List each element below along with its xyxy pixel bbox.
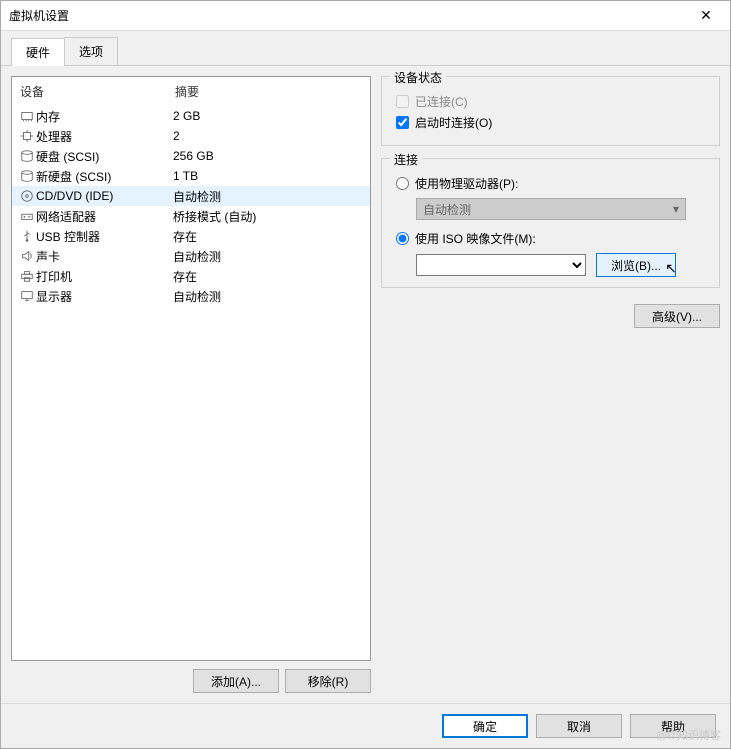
iso-radio-row[interactable]: 使用 ISO 映像文件(M): (396, 230, 709, 247)
remove-button[interactable]: 移除(R) (285, 669, 371, 693)
vm-settings-window: 虚拟机设置 ✕ 硬件 选项 设备 摘要 内存2 GB处理器2硬盘 (SCSI)2… (0, 0, 731, 749)
list-body: 内存2 GB处理器2硬盘 (SCSI)256 GB新硬盘 (SCSI)1 TBC… (12, 106, 370, 660)
close-icon[interactable]: ✕ (690, 7, 722, 24)
device-name: 处理器 (36, 128, 173, 145)
device-status-title: 设备状态 (390, 69, 446, 86)
list-header: 设备 摘要 (12, 77, 370, 106)
cursor-icon: ↖ (665, 260, 677, 277)
connected-label: 已连接(C) (415, 93, 468, 110)
iso-radio[interactable] (396, 232, 409, 245)
connected-checkbox-row: 已连接(C) (396, 93, 709, 110)
left-buttons: 添加(A)... 移除(R) (11, 669, 371, 693)
cpu-icon (18, 129, 36, 143)
usb-icon (18, 229, 36, 243)
header-summary: 摘要 (175, 83, 362, 100)
physical-radio-row[interactable]: 使用物理驱动器(P): (396, 175, 709, 192)
physical-radio[interactable] (396, 177, 409, 190)
physical-dropdown-wrap: 自动检测 ▾ (416, 198, 709, 220)
list-item[interactable]: USB 控制器存在 (12, 226, 370, 246)
iso-label: 使用 ISO 映像文件(M): (415, 230, 536, 247)
add-button[interactable]: 添加(A)... (193, 669, 279, 693)
device-name: 新硬盘 (SCSI) (36, 168, 173, 185)
device-summary: 自动检测 (173, 248, 364, 265)
list-item[interactable]: 硬盘 (SCSI)256 GB (12, 146, 370, 166)
physical-label: 使用物理驱动器(P): (415, 175, 518, 192)
iso-row: 浏览(B)... ↖ (416, 253, 709, 277)
left-panel: 设备 摘要 内存2 GB处理器2硬盘 (SCSI)256 GB新硬盘 (SCSI… (11, 76, 371, 693)
device-summary: 桥接模式 (自动) (173, 208, 364, 225)
list-item[interactable]: 内存2 GB (12, 106, 370, 126)
device-name: 网络适配器 (36, 208, 173, 225)
cancel-button[interactable]: 取消 (536, 714, 622, 738)
device-list: 设备 摘要 内存2 GB处理器2硬盘 (SCSI)256 GB新硬盘 (SCSI… (11, 76, 371, 661)
device-name: 声卡 (36, 248, 173, 265)
device-summary: 1 TB (173, 169, 364, 183)
device-summary: 自动检测 (173, 188, 364, 205)
watermark: @IT知识博客 (656, 727, 721, 743)
cd-icon (18, 189, 36, 203)
tab-strip: 硬件 选项 (1, 31, 730, 66)
device-name: 硬盘 (SCSI) (36, 148, 173, 165)
poweron-checkbox[interactable] (396, 116, 409, 129)
connection-title: 连接 (390, 151, 422, 168)
device-name: 打印机 (36, 268, 173, 285)
advanced-button[interactable]: 高级(V)... (634, 304, 720, 328)
ok-button[interactable]: 确定 (442, 714, 528, 738)
list-item[interactable]: 网络适配器桥接模式 (自动) (12, 206, 370, 226)
poweron-checkbox-row[interactable]: 启动时连接(O) (396, 114, 709, 131)
printer-icon (18, 269, 36, 283)
device-summary: 存在 (173, 268, 364, 285)
iso-path-dropdown[interactable] (416, 254, 586, 276)
footer: 确定 取消 帮助 (1, 703, 730, 748)
connected-checkbox (396, 95, 409, 108)
device-summary: 2 GB (173, 109, 364, 123)
window-title: 虚拟机设置 (9, 7, 690, 24)
connection-group: 连接 使用物理驱动器(P): 自动检测 ▾ 使用 ISO 映像文件(M): (381, 158, 720, 288)
advanced-row: 高级(V)... (381, 304, 720, 328)
device-name: 显示器 (36, 288, 173, 305)
header-device: 设备 (20, 83, 175, 100)
titlebar: 虚拟机设置 ✕ (1, 1, 730, 31)
right-panel: 设备状态 已连接(C) 启动时连接(O) 连接 使用物理驱动器(P): (381, 76, 720, 693)
browse-button[interactable]: 浏览(B)... ↖ (596, 253, 676, 277)
device-summary: 2 (173, 129, 364, 143)
device-summary: 存在 (173, 228, 364, 245)
physical-value: 自动检测 (423, 201, 471, 218)
list-item[interactable]: 声卡自动检测 (12, 246, 370, 266)
list-item[interactable]: 显示器自动检测 (12, 286, 370, 306)
device-name: CD/DVD (IDE) (36, 189, 173, 203)
device-summary: 自动检测 (173, 288, 364, 305)
disk-icon (18, 169, 36, 183)
poweron-label: 启动时连接(O) (415, 114, 492, 131)
physical-dropdown: 自动检测 ▾ (416, 198, 686, 220)
sound-icon (18, 249, 36, 263)
device-name: USB 控制器 (36, 228, 173, 245)
memory-icon (18, 109, 36, 123)
content-area: 设备 摘要 内存2 GB处理器2硬盘 (SCSI)256 GB新硬盘 (SCSI… (1, 66, 730, 703)
list-item[interactable]: 打印机存在 (12, 266, 370, 286)
tab-options[interactable]: 选项 (64, 37, 118, 65)
tab-hardware[interactable]: 硬件 (11, 38, 65, 66)
list-item[interactable]: 新硬盘 (SCSI)1 TB (12, 166, 370, 186)
list-item[interactable]: 处理器2 (12, 126, 370, 146)
chevron-down-icon: ▾ (673, 202, 679, 216)
network-icon (18, 209, 36, 223)
device-summary: 256 GB (173, 149, 364, 163)
disk-icon (18, 149, 36, 163)
device-status-group: 设备状态 已连接(C) 启动时连接(O) (381, 76, 720, 146)
list-item[interactable]: CD/DVD (IDE)自动检测 (12, 186, 370, 206)
display-icon (18, 289, 36, 303)
device-name: 内存 (36, 108, 173, 125)
